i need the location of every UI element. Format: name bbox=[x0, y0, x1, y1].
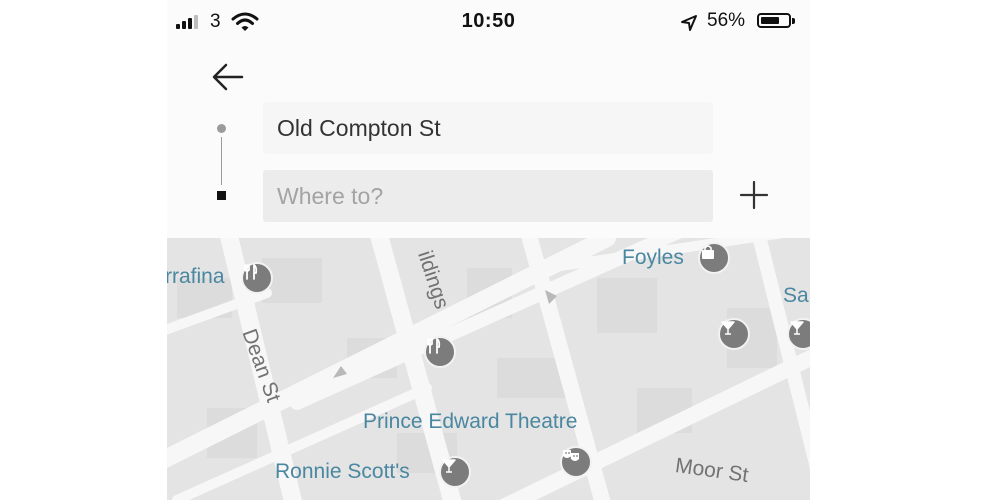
map-label-restaurant: rrafina bbox=[167, 265, 225, 288]
fork-knife-icon[interactable] bbox=[241, 262, 273, 294]
status-bar: 3 10:50 56% bbox=[167, 0, 810, 44]
map-view[interactable]: rrafina ildings Foyles Sa Dean St Prince… bbox=[167, 238, 810, 500]
origin-dot-icon bbox=[217, 124, 226, 133]
destination-input[interactable] bbox=[263, 170, 713, 222]
theatre-masks-icon[interactable] bbox=[560, 446, 592, 478]
shopping-bag-icon[interactable] bbox=[698, 242, 730, 274]
map-label-prince-edward-theatre: Prince Edward Theatre bbox=[363, 410, 578, 433]
battery-percent: 56% bbox=[707, 10, 746, 31]
cocktail-icon[interactable] bbox=[718, 318, 750, 350]
pickup-location-input[interactable] bbox=[263, 102, 713, 154]
phone-screen: 3 10:50 56% Old Compton St Where to? rra… bbox=[167, 0, 810, 500]
battery-icon bbox=[757, 13, 795, 28]
map-label-sa: Sa bbox=[783, 284, 809, 307]
location-arrow-icon bbox=[681, 15, 697, 31]
map-label-foyles: Foyles bbox=[622, 246, 684, 269]
map-label-ronnie-scotts: Ronnie Scott's bbox=[275, 460, 410, 483]
route-connector-line bbox=[221, 137, 222, 185]
cocktail-icon[interactable] bbox=[439, 456, 471, 488]
back-arrow-icon[interactable] bbox=[211, 60, 245, 94]
fork-knife-icon[interactable] bbox=[424, 336, 456, 368]
plus-icon[interactable] bbox=[737, 178, 771, 212]
destination-square-icon bbox=[217, 191, 226, 200]
